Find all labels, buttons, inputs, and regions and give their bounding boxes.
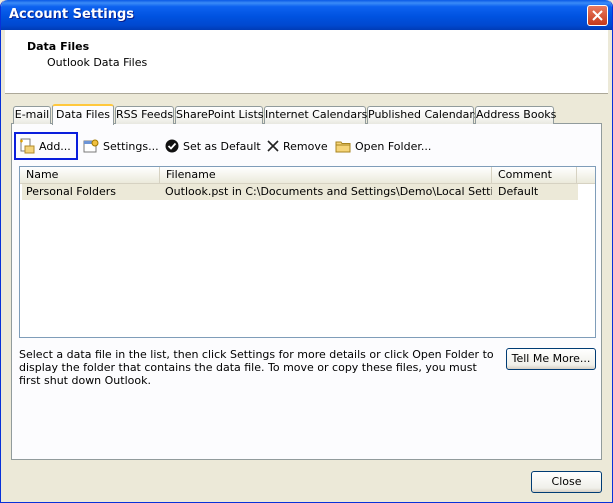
settings-button-label: Settings...: [103, 139, 159, 153]
page-title: Data Files: [27, 40, 90, 53]
remove-button[interactable]: Remove: [267, 133, 328, 159]
open-folder-label: Open Folder...: [355, 139, 432, 153]
page-header: Data Files Outlook Data Files: [5, 30, 608, 94]
tab-internet-calendars[interactable]: Internet Calendars: [264, 106, 367, 124]
open-folder-button[interactable]: Open Folder...: [335, 133, 431, 159]
row-filename: Outlook.pst in C:\Documents and Settings…: [165, 185, 492, 198]
checkmark-circle-icon: [165, 139, 179, 153]
data-files-list[interactable]: Name Filename Comment Personal Folders O…: [19, 166, 596, 338]
help-description: Select a data file in the list, then cli…: [19, 348, 494, 387]
add-button-label: Add...: [39, 139, 71, 153]
tab-data-files[interactable]: Data Files: [52, 104, 114, 125]
row-comment: Default: [498, 185, 539, 198]
window-title: Account Settings: [9, 7, 135, 22]
list-header: Name Filename Comment: [20, 167, 595, 184]
list-row[interactable]: Personal Folders Outlook.pst in C:\Docum…: [22, 184, 578, 200]
window-close-button[interactable]: [587, 5, 608, 26]
remove-x-icon: [267, 140, 279, 152]
folder-icon: [335, 141, 351, 153]
tab-address-books[interactable]: Address Books: [475, 106, 556, 124]
column-header-filename[interactable]: Filename: [160, 167, 492, 183]
add-data-file-icon: [20, 138, 35, 154]
column-header-name[interactable]: Name: [20, 167, 160, 183]
add-button[interactable]: Add...: [14, 132, 78, 160]
tab-rss-feeds[interactable]: RSS Feeds: [115, 106, 174, 124]
account-settings-window: Account Settings Data Files Outlook Data…: [0, 0, 613, 503]
tell-me-more-button[interactable]: Tell Me More...: [506, 348, 596, 370]
column-header-comment[interactable]: Comment: [492, 167, 577, 183]
remove-button-label: Remove: [283, 139, 328, 153]
page-subtitle: Outlook Data Files: [47, 56, 148, 69]
tab-published-calendars[interactable]: Published Calendars: [367, 106, 480, 124]
tab-email[interactable]: E-mail: [13, 106, 51, 124]
close-icon: [592, 10, 603, 21]
set-as-default-button[interactable]: Set as Default: [165, 133, 261, 159]
title-bar: Account Settings: [1, 0, 612, 30]
settings-icon: [83, 139, 99, 153]
tab-sharepoint-lists[interactable]: SharePoint Lists: [175, 106, 264, 124]
row-name: Personal Folders: [26, 185, 116, 198]
set-as-default-label: Set as Default: [183, 139, 261, 153]
close-button[interactable]: Close: [531, 471, 602, 493]
settings-button[interactable]: Settings...: [83, 133, 159, 159]
